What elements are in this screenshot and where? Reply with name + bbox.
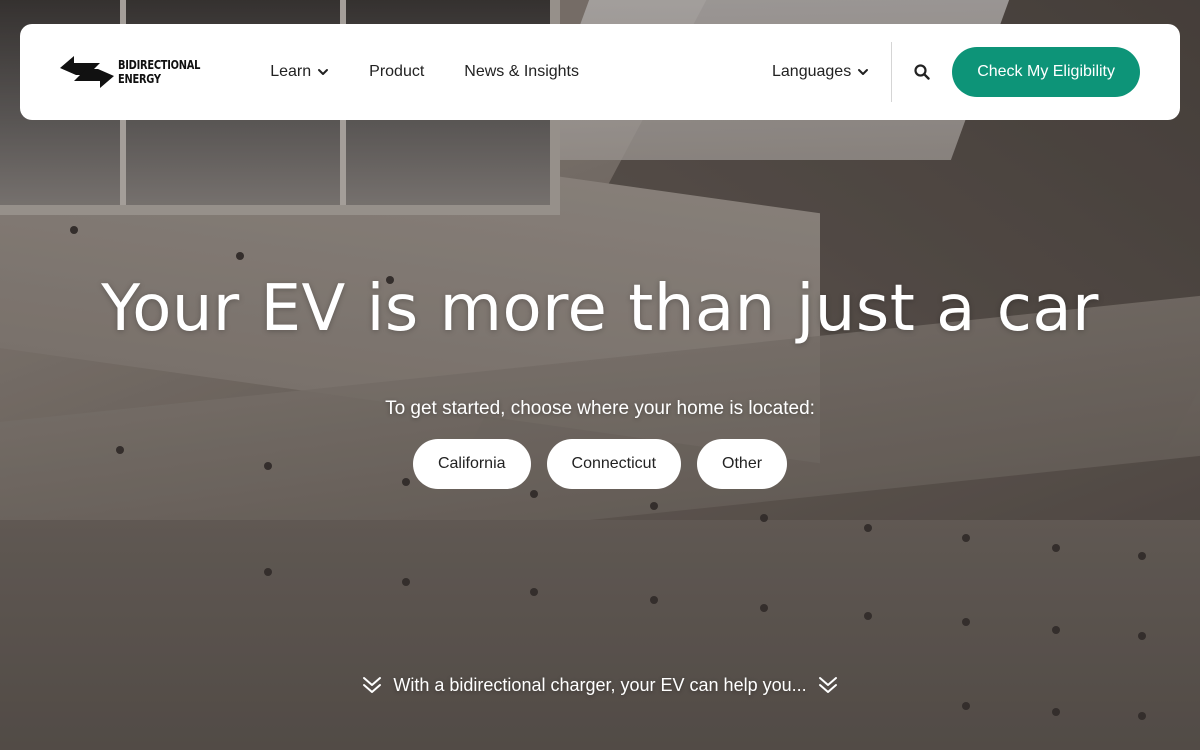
- scroll-hint[interactable]: With a bidirectional charger, your EV ca…: [0, 674, 1200, 696]
- double-chevron-down-icon: [818, 677, 837, 693]
- scroll-hint-text: With a bidirectional charger, your EV ca…: [393, 674, 807, 695]
- check-eligibility-button[interactable]: Check My Eligibility: [952, 47, 1140, 97]
- bidirectional-arrows-logo-icon: [60, 56, 114, 88]
- location-choices: California Connecticut Other: [0, 439, 1200, 489]
- languages-label: Languages: [772, 63, 852, 80]
- languages-dropdown[interactable]: Languages: [772, 63, 869, 81]
- nav-item-news-insights-label: News & Insights: [464, 63, 579, 80]
- chevron-down-icon: [858, 69, 869, 75]
- header-actions: Languages Check My Eligibility: [772, 42, 1140, 102]
- brand-name-line1: BIDIRECTIONAL: [118, 58, 201, 72]
- hero-title: Your EV is more than just a car: [101, 272, 1099, 346]
- main-nav: Learn Product News & Insights: [270, 63, 579, 81]
- hero-subtitle: To get started, choose where your home i…: [385, 398, 815, 419]
- search-icon: [914, 64, 930, 80]
- brand-wordmark: BIDIRECTIONAL ENERGY: [118, 58, 200, 86]
- location-other-button[interactable]: Other: [697, 439, 788, 489]
- search-button[interactable]: [892, 52, 952, 92]
- nav-item-product[interactable]: Product: [369, 63, 424, 81]
- nav-item-learn-label: Learn: [270, 63, 312, 80]
- brand-name-line2: ENERGY: [118, 72, 161, 86]
- brand-logo[interactable]: BIDIRECTIONAL ENERGY: [60, 54, 218, 90]
- location-california-button[interactable]: California: [412, 439, 531, 489]
- chevron-down-icon: [318, 69, 329, 75]
- nav-item-news-insights[interactable]: News & Insights: [464, 63, 579, 81]
- site-header: BIDIRECTIONAL ENERGY Learn Product News …: [20, 24, 1180, 120]
- nav-item-product-label: Product: [369, 63, 425, 80]
- nav-item-learn[interactable]: Learn: [270, 63, 329, 81]
- double-chevron-down-icon: [363, 677, 382, 693]
- location-connecticut-button[interactable]: Connecticut: [546, 439, 682, 489]
